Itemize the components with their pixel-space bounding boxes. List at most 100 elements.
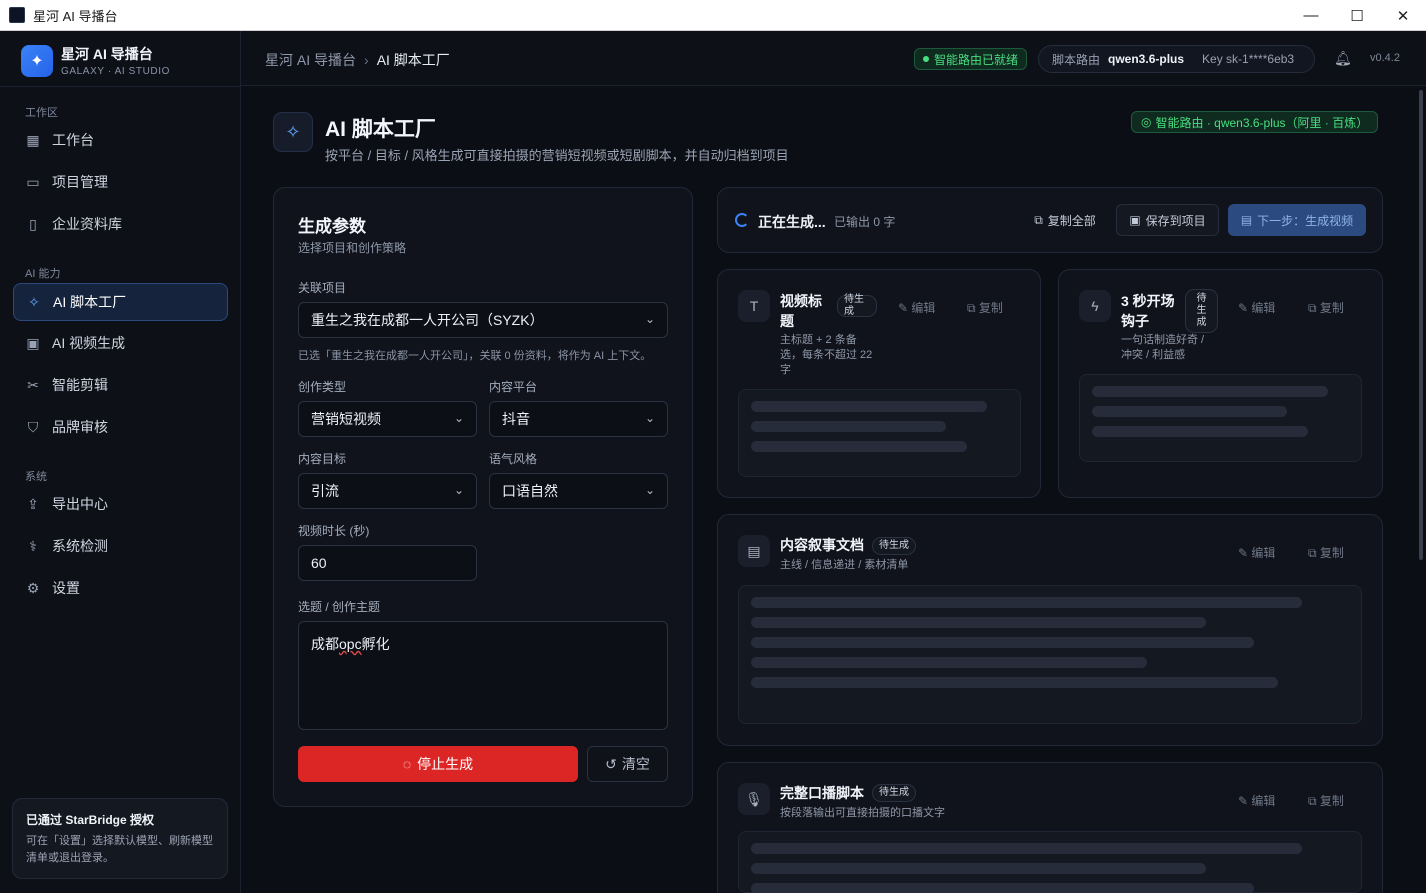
window-titlebar: 星河 AI 导播台 — ☐ ✕ (0, 0, 1426, 31)
version-label: v0.4.2 (1370, 52, 1400, 64)
narrative-heading: 内容叙事文档 (780, 537, 864, 553)
app-icon (9, 7, 25, 23)
auth-card-title: 已通过 StarBridge 授权 (26, 813, 155, 827)
edit-button[interactable]: ✎ 编辑 (898, 299, 935, 316)
copy-icon: ⧉ (1034, 212, 1043, 227)
goal-select-value: 引流 (311, 483, 339, 499)
topic-text-b: opc (339, 636, 362, 652)
grid-icon: ▦ (26, 131, 40, 148)
platform-select-value: 抖音 (502, 411, 530, 427)
sidebar-item-label: AI 脚本工厂 (53, 294, 127, 310)
pending-badge: 待生成 (872, 537, 916, 555)
copy-button[interactable]: ⧉ 复制 (1308, 544, 1344, 561)
auth-card-desc: 可在「设置」选择默认模型、刷新模型清单或退出登录。 (26, 835, 213, 864)
close-button[interactable]: ✕ (1380, 0, 1426, 31)
output-count: 已输出 0 字 (834, 215, 896, 229)
shield-icon: ⛉ (27, 418, 39, 435)
upload-icon: ⇪ (27, 495, 39, 512)
copy-icon: ⧉ (1308, 794, 1317, 808)
copy-button[interactable]: ⧉ 复制 (1308, 792, 1344, 809)
skeleton-line (751, 597, 1302, 608)
lightning-icon: ϟ (1079, 290, 1111, 322)
type-label: 创作类型 (298, 380, 347, 394)
scrollbar-thumb[interactable] (1419, 90, 1423, 560)
sidebar-item-projects[interactable]: ▭ 项目管理 (13, 163, 228, 201)
clear-button[interactable]: ↺ 清空 (587, 746, 668, 782)
sidebar-item-smart-edit[interactable]: ✂ 智能剪辑 (13, 366, 228, 404)
gear-icon: ⚙ (26, 579, 40, 596)
copy-icon: ⧉ (1308, 301, 1317, 315)
sidebar-item-diagnostics[interactable]: ⚕ 系统检测 (13, 527, 228, 565)
tone-select[interactable]: 口语自然 ⌄ (489, 473, 668, 509)
clear-button-label: 清空 (621, 756, 650, 772)
save-to-project-button[interactable]: ▣ 保存到项目 (1116, 204, 1219, 236)
stop-button-label: 停止生成 (417, 756, 474, 772)
copy-all-button[interactable]: ⧉ 复制全部 (1025, 205, 1105, 235)
breadcrumb-root[interactable]: 星河 AI 导播台 (265, 52, 356, 68)
route-model-badge: ◎ 智能路由 · qwen3.6-plus（阿里 · 百炼） (1131, 111, 1379, 133)
duration-input[interactable]: 60 (298, 545, 477, 581)
next-step-button[interactable]: ▤ 下一步：生成视频 (1228, 204, 1366, 236)
narrative-desc: 主线 / 信息递进 / 素材清单 (780, 559, 909, 571)
document-icon: ▤ (738, 535, 770, 567)
pending-badge: 待生成 (872, 784, 916, 802)
route-model-badge-text: 智能路由 · qwen3.6-plus（阿里 · 百炼） (1155, 115, 1369, 130)
goal-select[interactable]: 引流 ⌄ (298, 473, 477, 509)
book-icon: ▯ (29, 215, 37, 232)
microphone-icon: 🎙︎ (738, 783, 770, 815)
sidebar-item-video-gen[interactable]: ▣ AI 视频生成 (13, 324, 228, 362)
clapper-icon: ▤ (1240, 213, 1253, 227)
minimize-button[interactable]: — (1288, 0, 1334, 31)
skeleton-placeholder (738, 831, 1362, 893)
router-ready-text: 智能路由已就绪 (934, 52, 1019, 67)
bell-icon[interactable]: 🔔︎ (1334, 50, 1352, 67)
sidebar-item-export[interactable]: ⇪ 导出中心 (13, 485, 228, 523)
sidebar-item-script-factory[interactable]: ✧ AI 脚本工厂 (13, 283, 228, 321)
sidebar-item-settings[interactable]: ⚙ 设置 (13, 569, 228, 607)
sidebar-item-label: 导出中心 (52, 496, 108, 512)
sidebar: ✦ 星河 AI 导播台 GALAXY · AI STUDIO 工作区 ▦ 工作台… (0, 31, 241, 893)
maximize-button[interactable]: ☐ (1334, 0, 1380, 31)
skeleton-placeholder (1079, 374, 1362, 462)
brand-name: 星河 AI 导播台 (61, 46, 153, 62)
pencil-icon: ✎ (1238, 794, 1249, 808)
topic-text-a: 成都 (311, 636, 339, 652)
stethoscope-icon: ⚕ (29, 537, 37, 554)
video-title-desc: 主标题 + 2 条备 选，每条不超过 22 字 (780, 334, 873, 376)
skeleton-line (751, 617, 1206, 628)
chevron-down-icon: ⌄ (453, 483, 464, 497)
tone-label: 语气风格 (489, 452, 538, 466)
api-key-label: Key sk-1****6eb3 (1202, 52, 1295, 66)
edit-button[interactable]: ✎ 编辑 (1238, 299, 1275, 316)
duration-input-value: 60 (311, 555, 327, 571)
type-select[interactable]: 营销短视频 ⌄ (298, 401, 477, 437)
spinner-icon: ◌ (402, 756, 412, 772)
route-info[interactable]: 脚本路由 qwen3.6-plus Key sk-1****6eb3 (1038, 45, 1315, 73)
platform-select[interactable]: 抖音 ⌄ (489, 401, 668, 437)
full-script-heading: 完整口播脚本 (780, 785, 864, 801)
sidebar-item-library[interactable]: ▯ 企业资料库 (13, 205, 228, 243)
project-select[interactable]: 重生之我在成都一人开公司（SYZK） ⌄ (298, 302, 668, 338)
sidebar-item-brand-review[interactable]: ⛉ 品牌审核 (13, 408, 228, 446)
save-icon: ▣ (1129, 213, 1141, 227)
brand-subtitle: GALAXY · AI STUDIO (61, 66, 170, 77)
edit-button[interactable]: ✎ 编辑 (1238, 544, 1275, 561)
stop-generation-button[interactable]: ◌ 停止生成 (298, 746, 578, 782)
sidebar-item-dashboard[interactable]: ▦ 工作台 (13, 121, 228, 159)
edit-button[interactable]: ✎ 编辑 (1238, 792, 1275, 809)
skeleton-line (1092, 386, 1328, 397)
skeleton-line (751, 843, 1302, 854)
brand: ✦ 星河 AI 导播台 GALAXY · AI STUDIO (21, 44, 170, 77)
copy-button[interactable]: ⧉ 复制 (967, 299, 1003, 316)
copy-button[interactable]: ⧉ 复制 (1308, 299, 1344, 316)
topic-text-c: 孵化 (361, 636, 390, 652)
pencil-icon: ✎ (1238, 301, 1249, 315)
platform-label: 内容平台 (489, 380, 538, 394)
top-header: 星河 AI 导播台 › AI 脚本工厂 智能路由已就绪 脚本路由 qwen3.6-p… (241, 31, 1426, 86)
topic-textarea[interactable]: 成都opc孵化 (298, 621, 668, 730)
chevron-right-icon: › (364, 52, 369, 68)
sidebar-item-label: 智能剪辑 (52, 377, 108, 393)
skeleton-line (751, 421, 946, 432)
type-select-value: 营销短视频 (311, 411, 381, 427)
next-step-label: 下一步：生成视频 (1257, 213, 1354, 228)
